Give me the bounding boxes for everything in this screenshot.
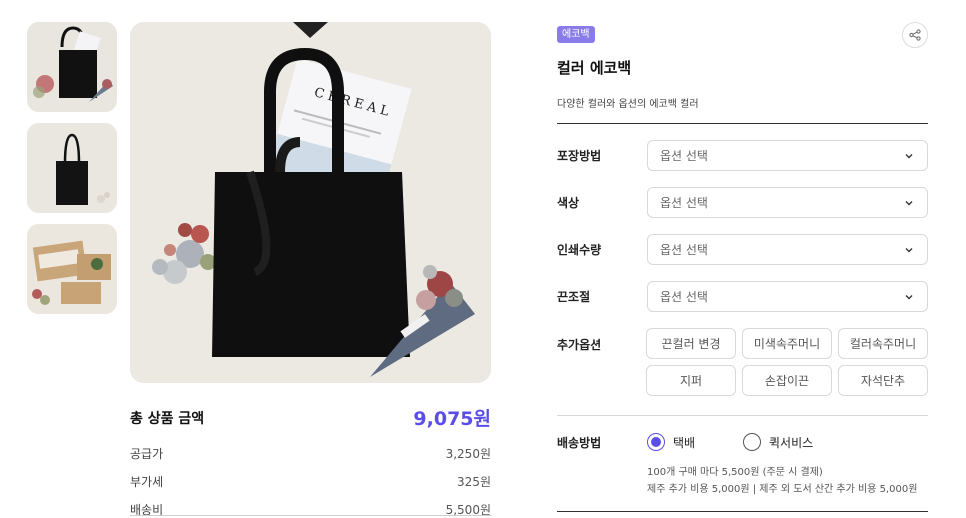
chevron-down-icon: [905, 247, 913, 252]
select-placeholder: 옵션 선택: [660, 149, 708, 163]
radio-label: 택배: [673, 435, 696, 450]
option-row-packaging: 포장방법 옵션 선택: [557, 140, 928, 171]
shipping-note: 100개 구매 마다 5,500원 (주문 시 결제) 제주 추가 비용 5,0…: [647, 464, 928, 498]
divider: [557, 123, 928, 124]
shipping-note-line: 100개 구매 마다 5,500원 (주문 시 결제): [647, 467, 823, 478]
addon-ivory-pouch-button[interactable]: 미색속주머니: [742, 328, 832, 359]
thumbnail-3[interactable]: [27, 224, 117, 314]
addon-strap-color-button[interactable]: 끈컬러 변경: [646, 328, 736, 359]
price-line-vat: 부가세 325원: [130, 473, 491, 490]
price-line-label: 공급가: [130, 447, 164, 461]
option-label: 인쇄수량: [557, 243, 602, 257]
color-select[interactable]: 옵션 선택: [647, 187, 928, 218]
option-label: 색상: [557, 196, 580, 210]
total-price-value: 9,075원: [413, 408, 491, 430]
chevron-down-icon: [905, 153, 913, 158]
chevron-down-icon: [905, 294, 913, 299]
addon-magnet-button[interactable]: 자석단추: [838, 365, 928, 396]
product-description: 다양한 컬러와 옵션의 에코백 컬러: [557, 99, 699, 110]
radio-unselected[interactable]: [743, 433, 761, 451]
option-label: 끈조절: [557, 290, 591, 304]
option-row-strap: 끈조절 옵션 선택: [557, 281, 928, 312]
thumbnail-2[interactable]: [27, 123, 117, 213]
packaging-select[interactable]: 옵션 선택: [647, 140, 928, 171]
shipping-radio-group: 택배 퀵서비스: [647, 433, 839, 451]
select-placeholder: 옵션 선택: [660, 243, 708, 257]
price-summary: 총 상품 금액 9,075원 공급가 3,250원 부가세 325원 배송비 5…: [130, 404, 491, 518]
shipping-label: 배송방법: [557, 435, 602, 450]
category-badge: 에코백: [557, 26, 595, 43]
radio-label: 퀵서비스: [769, 435, 814, 450]
divider: [130, 515, 491, 516]
thumbnail-list: [27, 22, 117, 325]
addon-handle-strap-button[interactable]: 손잡이끈: [742, 365, 832, 396]
option-row-print-quantity: 인쇄수량 옵션 선택: [557, 234, 928, 265]
addon-zipper-button[interactable]: 지퍼: [646, 365, 736, 396]
divider: [557, 511, 928, 512]
price-line-value: 325원: [457, 475, 491, 489]
addon-color-pouch-button[interactable]: 컬러속주머니: [838, 328, 928, 359]
radio-selected[interactable]: [647, 433, 665, 451]
share-icon: [909, 29, 921, 41]
shipping-option-courier[interactable]: 택배: [647, 433, 743, 451]
option-label: 포장방법: [557, 149, 602, 163]
addon-options-row: 추가옵션 끈컬러 변경 미색속주머니 컬러속주머니 지퍼 손잡이끈 자석단추: [557, 328, 928, 396]
product-detail-panel: 에코백 컬러 에코백 다양한 컬러와 옵션의 에코백 컬러 포장방법 옵션 선택…: [557, 22, 928, 512]
addon-options-grid: 끈컬러 변경 미색속주머니 컬러속주머니 지퍼 손잡이끈 자석단추: [646, 328, 928, 396]
divider: [557, 415, 928, 416]
chevron-down-icon: [905, 200, 913, 205]
strap-select[interactable]: 옵션 선택: [647, 281, 928, 312]
price-line-label: 부가세: [130, 475, 164, 489]
shipping-option-quick[interactable]: 퀵서비스: [743, 433, 839, 451]
price-line-value: 3,250원: [445, 447, 491, 461]
print-quantity-select[interactable]: 옵션 선택: [647, 234, 928, 265]
select-placeholder: 옵션 선택: [660, 196, 708, 210]
shipping-row: 배송방법 택배 퀵서비스: [557, 433, 928, 451]
total-price-label: 총 상품 금액: [130, 410, 205, 427]
main-product-image: CEREAL: [130, 22, 491, 383]
share-button[interactable]: [902, 22, 928, 48]
product-title: 컬러 에코백: [557, 59, 632, 77]
price-line-supply: 공급가 3,250원: [130, 445, 491, 462]
addon-label: 추가옵션: [557, 338, 602, 352]
thumbnail-1[interactable]: [27, 22, 117, 112]
option-row-color: 색상 옵션 선택: [557, 187, 928, 218]
select-placeholder: 옵션 선택: [660, 290, 708, 304]
shipping-note-line: 제주 추가 비용 5,000원 | 제주 외 도서 산간 추가 비용 5,000…: [647, 484, 918, 495]
